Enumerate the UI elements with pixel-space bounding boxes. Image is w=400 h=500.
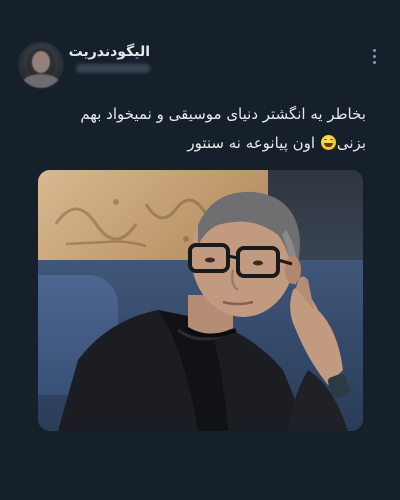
more-vertical-icon[interactable] [362,44,386,68]
display-name[interactable]: الیگودندریت [69,44,150,60]
avatar-face [32,51,50,73]
avatar-shoulder [22,74,60,88]
tweet-photo[interactable] [38,170,363,431]
tweet-text-line-2-start: بزنی [336,134,366,152]
handle-blurred [76,64,150,73]
tweet-text-line-1: بخاطر یه انگشتر دنیای موسیقی و نمیخواد ب… [80,105,366,123]
person-illustration [58,191,351,431]
tweet-text: بخاطر یه انگشتر دنیای موسیقی و نمیخواد ب… [26,100,366,158]
tweet-text-line-2-end: اون پیانوعه نه سنتور [187,134,320,152]
tweet-card[interactable]: الیگودندریت بخاطر یه انگشتر دنیای موسیقی… [0,0,400,500]
avatar[interactable] [18,42,64,88]
grinning-sweat-emoji-icon [320,135,336,150]
tweet-text-line-2: بزنی اون پیانوعه نه سنتور [26,129,366,158]
